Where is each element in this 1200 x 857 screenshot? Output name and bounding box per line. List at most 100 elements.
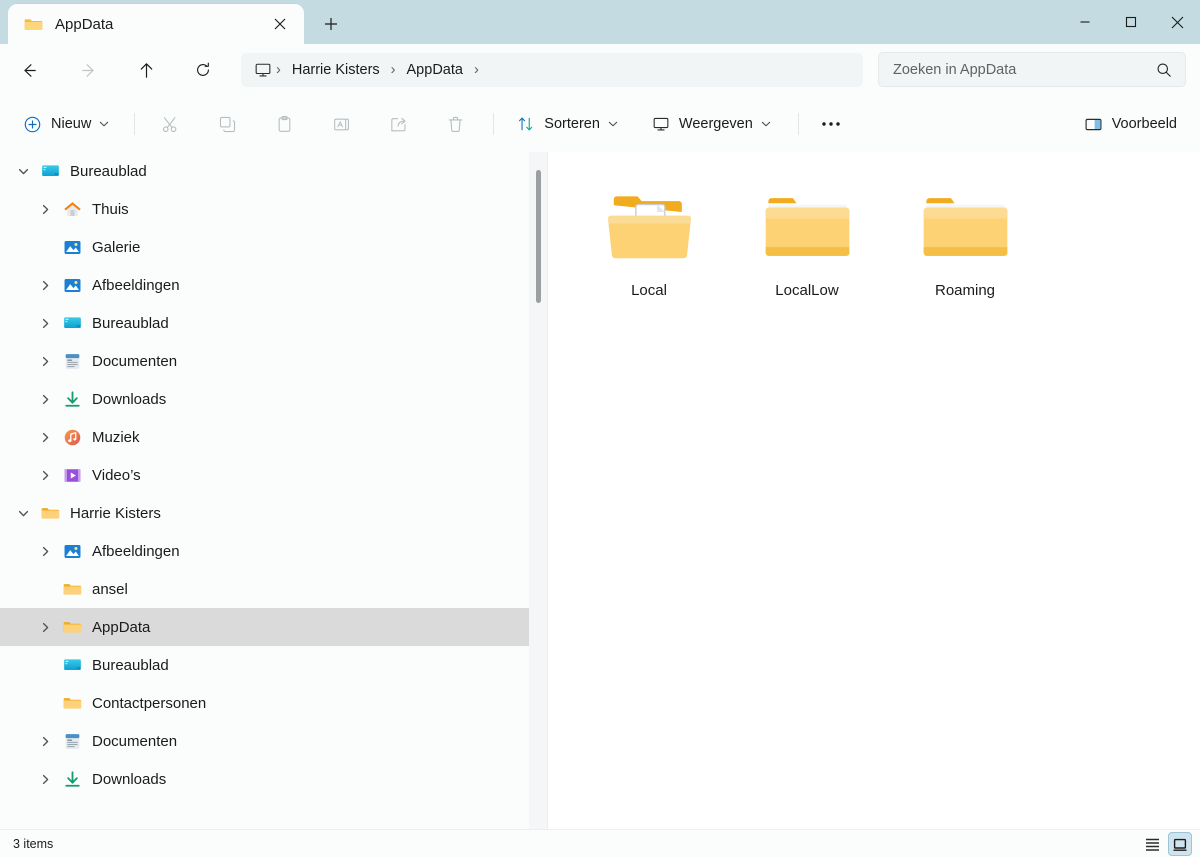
breadcrumb-separator[interactable]: ›: [387, 62, 400, 78]
sidebar-item-bureaublad[interactable]: Bureaublad: [0, 304, 529, 342]
new-button[interactable]: Nieuw: [14, 107, 118, 141]
sidebar-item-label: Documenten: [92, 733, 177, 750]
copy-button[interactable]: [208, 107, 246, 141]
details-view-toggle[interactable]: [1140, 832, 1164, 856]
view-button-label: Weergeven: [679, 116, 753, 132]
sort-button[interactable]: Sorteren: [508, 107, 627, 141]
view-button[interactable]: Weergeven: [643, 107, 780, 141]
monitor-icon[interactable]: [254, 61, 272, 79]
preview-pane-label: Voorbeeld: [1112, 116, 1177, 132]
status-bar: 3 items: [0, 829, 1200, 857]
breadcrumb-separator[interactable]: ›: [272, 62, 285, 78]
navigation-pane-scrollbar-thumb[interactable]: [536, 170, 541, 303]
search-input[interactable]: [893, 62, 1156, 78]
sidebar-item-label: Downloads: [92, 771, 166, 788]
music-icon: [62, 427, 82, 447]
pictures-icon: [62, 541, 82, 561]
sidebar-item-galerie[interactable]: Galerie: [0, 228, 529, 266]
close-icon[interactable]: [265, 9, 295, 39]
share-button[interactable]: [379, 107, 417, 141]
chevron-right-icon[interactable]: [34, 730, 56, 752]
chevron-right-icon[interactable]: [34, 274, 56, 296]
sidebar-item-bureaublad[interactable]: Bureaublad: [0, 152, 529, 190]
file-item-label: Roaming: [935, 282, 995, 299]
sidebar-item-label: Downloads: [92, 391, 166, 408]
documents-icon: [62, 731, 82, 751]
preview-pane-button[interactable]: Voorbeeld: [1075, 107, 1186, 141]
search-box[interactable]: [878, 52, 1186, 87]
sidebar-item-downloads[interactable]: Downloads: [0, 760, 529, 798]
sidebar-item-muziek[interactable]: Muziek: [0, 418, 529, 456]
chevron-right-icon[interactable]: [34, 350, 56, 372]
chevron-right-icon[interactable]: [34, 616, 56, 638]
refresh-button[interactable]: [185, 52, 221, 88]
gallery-icon: [62, 237, 82, 257]
chevron-right-icon[interactable]: [34, 768, 56, 790]
sidebar-item-bureaublad[interactable]: Bureaublad: [0, 646, 529, 684]
breadcrumb-item-appdata[interactable]: AppData: [400, 59, 470, 81]
cut-button[interactable]: [151, 107, 189, 141]
chevron-down-icon[interactable]: [12, 502, 34, 524]
file-item[interactable]: LocalLow: [728, 166, 886, 326]
folder-icon: [40, 503, 60, 523]
desktop-monitor-icon: [40, 161, 60, 181]
paste-button[interactable]: [265, 107, 303, 141]
tab-appdata[interactable]: AppData: [8, 4, 304, 44]
delete-button[interactable]: [436, 107, 474, 141]
sidebar-item-label: Harrie Kisters: [70, 505, 161, 522]
file-item[interactable]: Local: [570, 166, 728, 326]
breadcrumb-item-harrie-kisters[interactable]: Harrie Kisters: [285, 59, 387, 81]
minimize-button[interactable]: [1062, 0, 1108, 44]
close-button[interactable]: [1154, 0, 1200, 44]
maximize-button[interactable]: [1108, 0, 1154, 44]
ellipsis-icon: [821, 121, 841, 127]
chevron-down-icon[interactable]: [12, 160, 34, 182]
sidebar-item-appdata[interactable]: AppData: [0, 608, 529, 646]
refresh-icon: [194, 61, 212, 79]
sidebar-item-label: Afbeeldingen: [92, 543, 180, 560]
title-bar: AppData: [0, 0, 1200, 44]
clipboard-icon: [275, 115, 294, 134]
back-button[interactable]: [11, 52, 47, 88]
sidebar-item-documenten[interactable]: Documenten: [0, 342, 529, 380]
breadcrumb-separator[interactable]: ›: [470, 62, 483, 78]
sidebar-item-documenten[interactable]: Documenten: [0, 722, 529, 760]
breadcrumb[interactable]: › Harrie Kisters › AppData ›: [241, 53, 863, 87]
sidebar-item-contactpersonen[interactable]: Contactpersonen: [0, 684, 529, 722]
rename-button[interactable]: [322, 107, 360, 141]
chevron-right-icon[interactable]: [34, 464, 56, 486]
chevron-right-icon[interactable]: [34, 540, 56, 562]
up-button[interactable]: [128, 52, 164, 88]
sidebar-item-thuis[interactable]: Thuis: [0, 190, 529, 228]
toolbar-divider: [798, 113, 799, 135]
window-controls: [1062, 0, 1200, 44]
chevron-down-icon: [761, 119, 771, 129]
sidebar-item-harrie-kisters[interactable]: Harrie Kisters: [0, 494, 529, 532]
chevron-right-icon[interactable]: [34, 198, 56, 220]
large-icons-view-toggle[interactable]: [1168, 832, 1192, 856]
chevron-down-icon: [608, 119, 618, 129]
sidebar-item-label: Documenten: [92, 353, 177, 370]
content-pane[interactable]: LocalLocalLow Roaming: [548, 152, 1200, 829]
sidebar-item-label: AppData: [92, 619, 150, 636]
chevron-right-icon[interactable]: [34, 312, 56, 334]
view-toggle-group: [1140, 832, 1192, 856]
chevron-right-icon[interactable]: [34, 388, 56, 410]
sidebar-item-afbeeldingen[interactable]: Afbeeldingen: [0, 266, 529, 304]
videos-icon: [62, 465, 82, 485]
forward-button[interactable]: [70, 52, 106, 88]
sidebar-item-ansel[interactable]: ansel: [0, 570, 529, 608]
file-item[interactable]: Roaming: [886, 166, 1044, 326]
documents-icon: [62, 351, 82, 371]
new-tab-button[interactable]: [314, 7, 348, 41]
sidebar-item-video-s[interactable]: Video’s: [0, 456, 529, 494]
sort-arrows-icon: [517, 115, 535, 133]
folder-icon: [62, 693, 82, 713]
more-options-button[interactable]: [812, 107, 850, 141]
chevron-right-icon[interactable]: [34, 426, 56, 448]
folder-icon: [24, 15, 43, 34]
sidebar-item-downloads[interactable]: Downloads: [0, 380, 529, 418]
scissors-icon: [161, 115, 180, 134]
search-icon[interactable]: [1156, 62, 1172, 78]
sidebar-item-afbeeldingen[interactable]: Afbeeldingen: [0, 532, 529, 570]
